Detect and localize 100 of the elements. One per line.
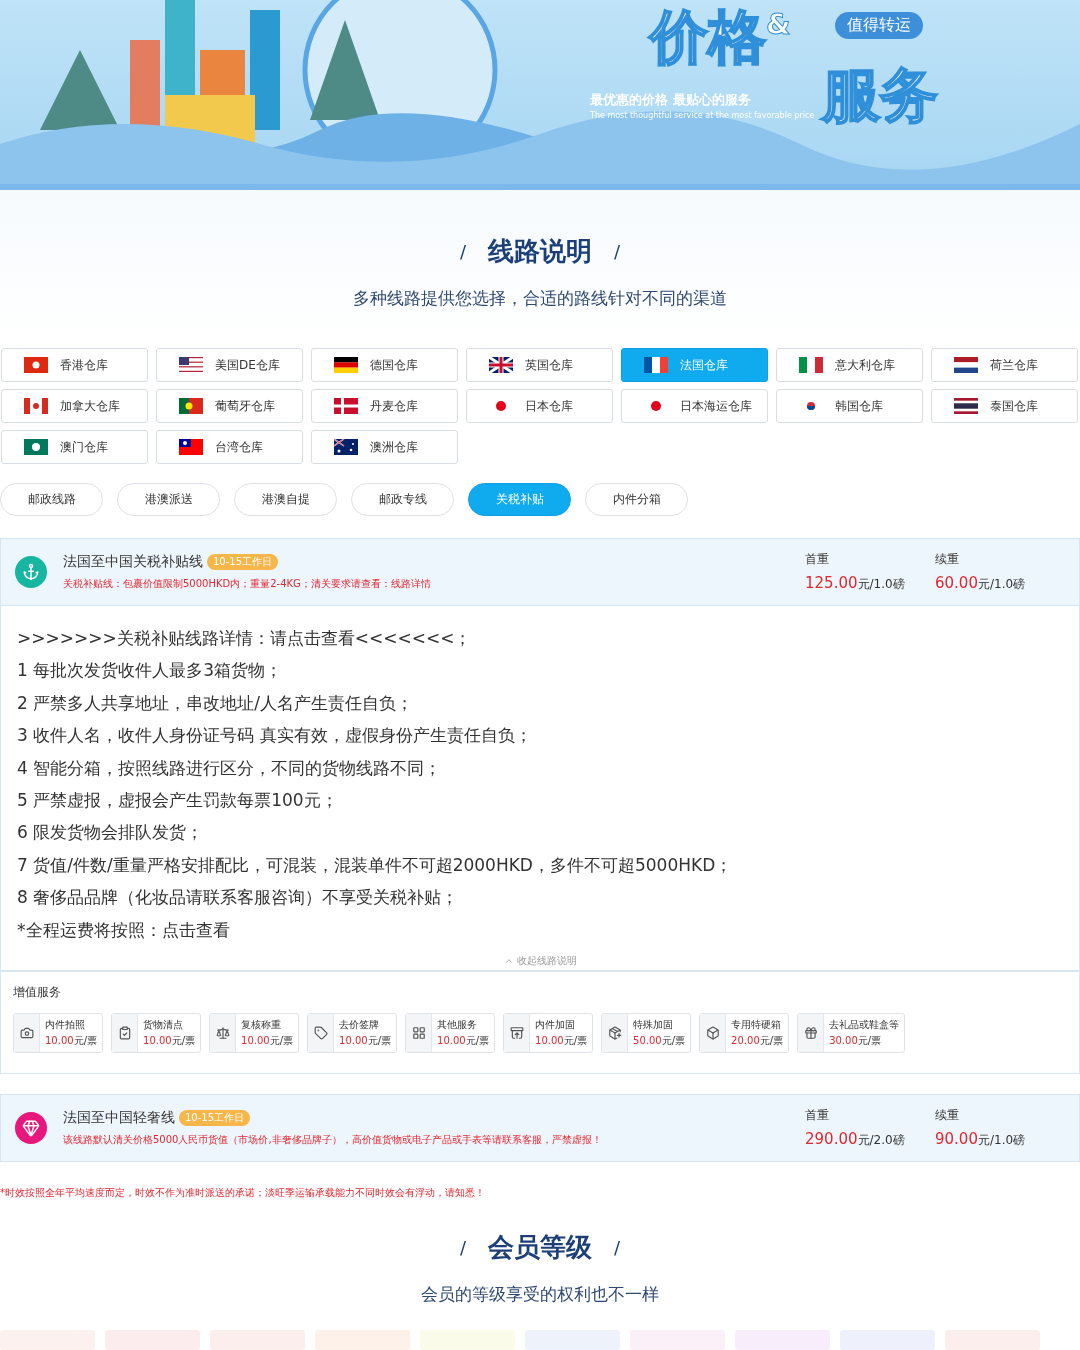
services-title: 增值服务: [13, 984, 62, 1002]
warehouse-tab[interactable]: 台湾仓库: [156, 430, 303, 464]
service-price: 10.00元/票: [143, 1034, 196, 1049]
service-card[interactable]: 复核称重 10.00元/票: [209, 1013, 300, 1054]
warehouse-tab[interactable]: 日本仓库: [466, 389, 613, 423]
price-value: 125.00元/1.0磅: [805, 574, 906, 593]
service-name: 去礼品或鞋盒等: [829, 1018, 900, 1033]
service-price: 30.00元/票: [829, 1034, 883, 1049]
section-title: 线路说明: [488, 235, 592, 268]
route-detail-line: >>>>>>>关税补贴线路详情：请点击查看<<<<<<<；: [17, 627, 473, 650]
route-name: 法国至中国关税补贴线: [63, 553, 203, 571]
warehouse-tab[interactable]: 葡萄牙仓库: [156, 389, 303, 423]
slash-mark: /: [614, 241, 621, 262]
warehouse-tab[interactable]: 日本海运仓库: [621, 389, 768, 423]
price-label: 首重: [805, 551, 830, 568]
route-detail-line: 6 限发货物会排队发货；: [17, 821, 205, 845]
service-icon: [117, 1026, 132, 1041]
service-card[interactable]: 其他服务 10.00元/票: [405, 1013, 496, 1054]
delivery-time-badge: 10-15工作日: [207, 554, 279, 570]
warehouse-tab[interactable]: 意大利仓库: [776, 348, 923, 382]
warehouse-tab[interactable]: 泰国仓库: [931, 389, 1078, 423]
service-icon: [509, 1026, 524, 1041]
route-type-tab[interactable]: 邮政线路: [0, 483, 103, 516]
flag-icon: [179, 357, 203, 373]
flag-icon: [334, 439, 358, 455]
flag-icon: [954, 357, 978, 373]
service-price: 10.00元/票: [535, 1034, 588, 1049]
service-card[interactable]: 去价签牌 10.00元/票: [307, 1013, 398, 1054]
flag-icon: [799, 357, 823, 373]
route-detail-line: 3 收件人名，收件人身份证号码 真实有效，虚假身份产生责任自负；: [17, 724, 533, 748]
route-type-tab[interactable]: 港澳派送: [117, 483, 220, 516]
warehouse-tab[interactable]: 丹麦仓库: [311, 389, 458, 423]
banner-slogan: 最优惠的价格 最贴心的服务: [590, 90, 752, 109]
route-note: 该线路默认清关价格5000人民币货值（市场价,非奢侈品牌子），高价值货物或电子产品或手表等请联系客服，严禁虚报！: [63, 1133, 603, 1148]
flag-icon: [954, 398, 978, 414]
banner-title: 价格: [650, 8, 766, 66]
warehouse-tab[interactable]: 英国仓库: [466, 348, 613, 382]
section-subtitle: 会员的等级享受的权利也不一样: [421, 1283, 659, 1307]
service-name: 其他服务: [437, 1018, 479, 1033]
warehouse-tab[interactable]: 德国仓库: [311, 348, 458, 382]
slash-mark: /: [459, 1237, 466, 1259]
route-type-tab[interactable]: 邮政专线: [351, 483, 454, 516]
price-label: 首重: [805, 1107, 830, 1125]
flag-icon: [24, 439, 48, 455]
service-icon: [705, 1026, 720, 1041]
flag-icon: [644, 357, 668, 373]
route-type-tab[interactable]: 港澳自提: [234, 483, 337, 516]
service-card[interactable]: 内件拍照 10.00元/票: [13, 1013, 103, 1054]
price-value: 90.00元/1.0磅: [935, 1130, 1027, 1150]
anchor-icon: [15, 556, 47, 588]
service-price: 10.00元/票: [339, 1034, 392, 1049]
warehouse-tab[interactable]: 香港仓库: [1, 348, 148, 382]
flag-icon: [179, 398, 203, 414]
warehouse-tab[interactable]: 荷兰仓库: [931, 348, 1078, 382]
service-card[interactable]: 去礼品或鞋盒等 30.00元/票: [797, 1013, 906, 1054]
price-label: 续重: [935, 551, 960, 568]
flag-icon: [24, 357, 48, 373]
service-name: 内件拍照: [45, 1018, 86, 1033]
warehouse-tab[interactable]: 加拿大仓库: [1, 389, 148, 423]
service-icon: [607, 1026, 622, 1041]
service-icon: [215, 1026, 230, 1041]
route-note: 关税补贴线：包裹价值限制5000HKD内；重量2-4KG；清关要求请查看：线路详情: [63, 577, 432, 591]
route-name: 法国至中国轻奢线: [63, 1109, 175, 1128]
service-price: 50.00元/票: [633, 1034, 686, 1049]
service-name: 复核称重: [241, 1018, 283, 1033]
service-icon: [19, 1026, 34, 1041]
service-price: 10.00元/票: [437, 1034, 490, 1049]
route-detail-line: 8 奢侈品品牌（化妆品请联系客服咨询）不享受关税补贴；: [17, 886, 460, 910]
route-detail-line: 4 智能分箱，按照线路进行区分，不同的货物线路不同；: [17, 756, 443, 780]
warehouse-tab[interactable]: 澳门仓库: [1, 430, 148, 464]
service-card[interactable]: 货物清点 10.00元/票: [111, 1013, 202, 1054]
flag-icon: [334, 398, 358, 414]
section-subtitle: 多种线路提供您选择，合适的路线针对不同的渠道: [353, 287, 727, 310]
notice-text: *时效按照全年平均速度而定，时效不作为准时派送的承诺；淡旺季运输承载能力不同时效会有浮动，请知悉！: [0, 1186, 486, 1201]
route-type-tab[interactable]: 内件分箱: [585, 483, 688, 516]
banner-title: 服务: [822, 66, 939, 124]
banner-slogan-english: The most thoughtful service at the most favorable price: [590, 110, 815, 120]
slash-mark: /: [459, 241, 466, 262]
service-card[interactable]: 专用特硬箱 20.00元/票: [699, 1013, 790, 1054]
warehouse-tab[interactable]: 美国DE仓库: [156, 348, 303, 382]
banner-tag: 值得转运: [835, 12, 923, 39]
price-value: 60.00元/1.0磅: [935, 574, 1027, 593]
ampersand: &: [766, 8, 791, 41]
service-price: 10.00元/票: [45, 1034, 97, 1049]
price-value: 290.00元/2.0磅: [805, 1130, 906, 1150]
service-name: 去价签牌: [339, 1018, 381, 1033]
route-detail-line: 7 货值/件数/重量严格安排配比，可混装，混装单件不可超2000HKD，多件不可超5000HKD；: [17, 853, 734, 877]
service-card[interactable]: 特殊加固 50.00元/票: [601, 1013, 692, 1054]
route-detail-line: 1 每批次发货收件人最多3箱货物；: [17, 659, 284, 683]
route-detail-line: 2 严禁多人共享地址，串改地址/人名产生责任自负；: [17, 691, 414, 715]
service-name: 货物清点: [143, 1018, 184, 1033]
service-name: 专用特硬箱: [731, 1018, 783, 1033]
service-card[interactable]: 内件加固 10.00元/票: [503, 1013, 594, 1054]
warehouse-tab[interactable]: 澳洲仓库: [311, 430, 458, 464]
service-name: 特殊加固: [633, 1018, 675, 1033]
warehouse-tab[interactable]: 韩国仓库: [776, 389, 923, 423]
flag-icon: [179, 439, 203, 455]
service-icon: [803, 1026, 818, 1041]
flag-icon: [489, 357, 513, 373]
flag-icon: [24, 398, 48, 414]
